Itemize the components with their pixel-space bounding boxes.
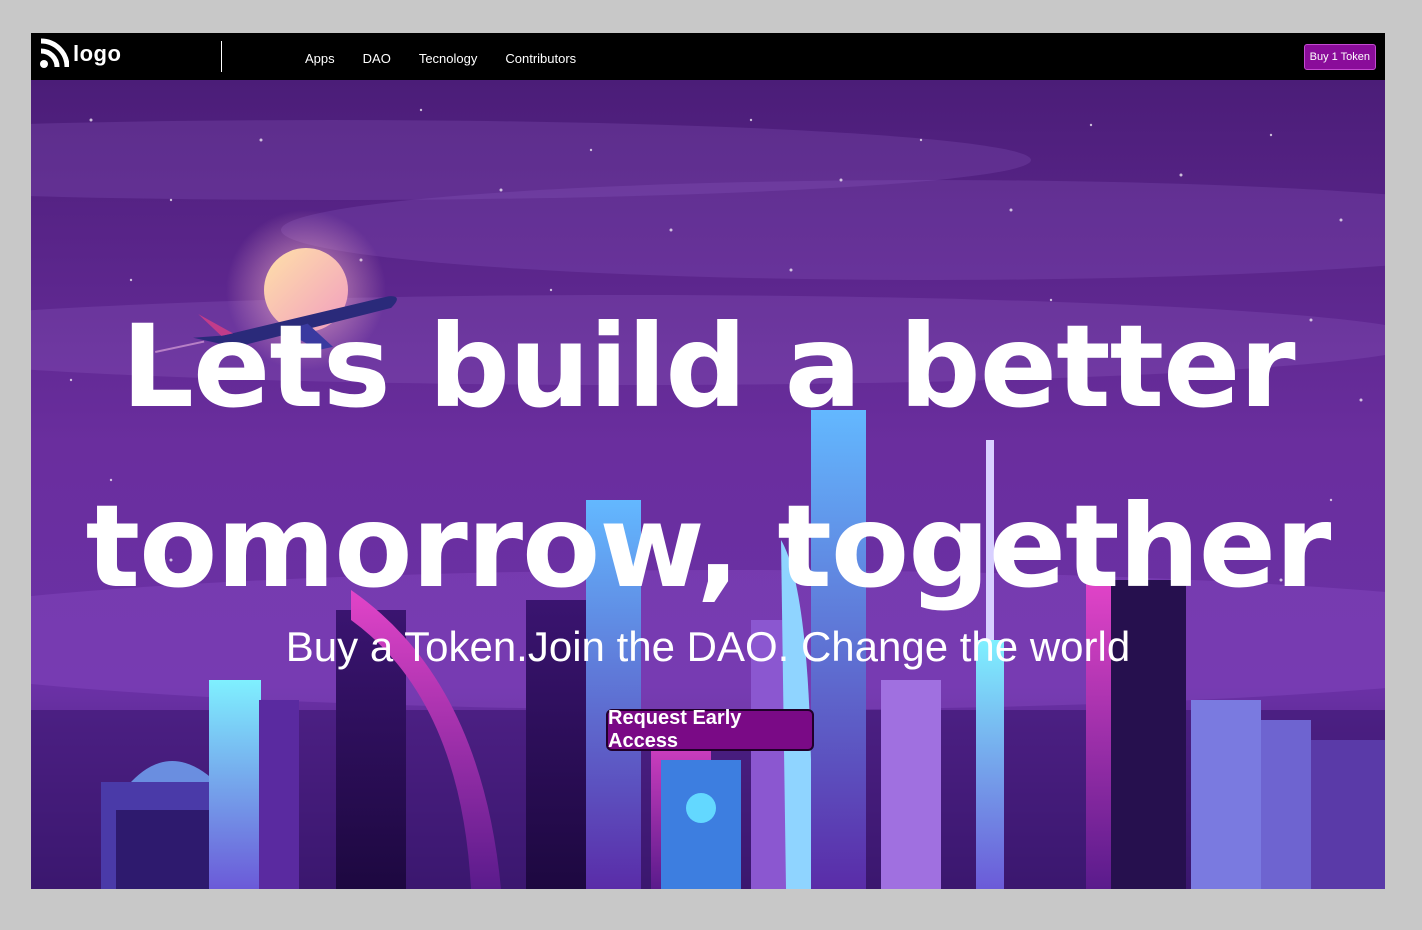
- logo-text: logo: [73, 41, 122, 66]
- nav-link-contributors[interactable]: Contributors: [505, 51, 576, 66]
- nav-link-dao[interactable]: DAO: [363, 51, 391, 66]
- request-early-access-button[interactable]: Request Early Access: [606, 707, 814, 752]
- buy-token-button[interactable]: Buy 1 Token: [1303, 44, 1376, 70]
- hero-section: Lets build a better tomorrow, together B…: [31, 80, 1385, 889]
- navbar: logo Apps DAO Tecnology Contributors Buy…: [31, 33, 1385, 80]
- hero-headline-line2: tomorrow, together: [85, 480, 1332, 613]
- logo[interactable]: logo: [39, 37, 121, 71]
- nav-links: Apps DAO Tecnology Contributors: [305, 51, 604, 66]
- nav-link-apps[interactable]: Apps: [305, 51, 335, 66]
- hero-headline-line1: Lets build a better: [121, 300, 1295, 433]
- rss-icon: [40, 38, 69, 68]
- nav-divider: [221, 41, 222, 72]
- browser-viewport: logo Apps DAO Tecnology Contributors Buy…: [31, 33, 1385, 889]
- hero-tagline: Buy a Token.Join the DAO. Change the wor…: [285, 623, 1131, 670]
- nav-link-technology[interactable]: Tecnology: [419, 51, 478, 66]
